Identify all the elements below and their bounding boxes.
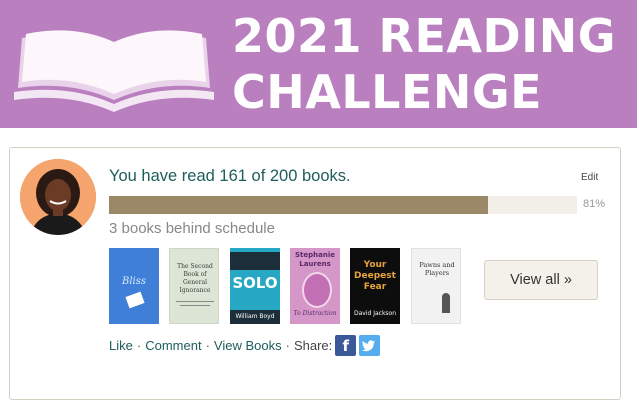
progress-fill <box>109 196 489 214</box>
book-cover-solo-author: William Boyd <box>230 310 280 324</box>
schedule-status: 3 books behind schedule <box>109 220 275 237</box>
book-cover-pawns-and-players[interactable]: Pawns and Players <box>411 248 461 324</box>
facebook-icon[interactable]: f <box>335 335 357 356</box>
book-cover-your-deepest-fear-title: Your Deepest Fear <box>354 260 396 292</box>
separator-dot: · <box>136 338 142 353</box>
book-cover-pawns-and-players-title: Pawns and Players <box>419 261 455 277</box>
book-cover-to-distraction-title: To Distraction <box>293 310 337 317</box>
challenge-card: You have read 161 of 200 books. Edit 81%… <box>9 147 621 400</box>
book-cover-to-distraction-author: Stephanie Laurens <box>295 251 335 268</box>
banner-title: 2021 READING CHALLENGE <box>232 8 632 120</box>
avatar[interactable] <box>20 159 96 235</box>
separator-dot: · <box>285 338 290 353</box>
open-book-icon <box>14 30 214 112</box>
book-cover-bliss[interactable]: Bliss <box>109 248 159 324</box>
book-cover-solo[interactable]: SOLO William Boyd <box>230 248 280 324</box>
twitter-icon[interactable] <box>359 335 381 356</box>
progress-bar <box>109 196 577 214</box>
book-cover-bliss-title: Bliss <box>121 276 146 287</box>
book-cover-general-ignorance-title: The Second Book of General Ignorance <box>177 263 213 294</box>
book-cover-your-deepest-fear-author: David Jackson <box>353 310 397 317</box>
edit-link[interactable]: Edit <box>581 172 598 183</box>
challenge-status: You have read 161 of 200 books. <box>109 167 351 185</box>
challenge-banner: 2021 READING CHALLENGE <box>0 0 637 128</box>
book-cover-your-deepest-fear[interactable]: Your Deepest Fear David Jackson <box>350 248 400 324</box>
book-cover-to-distraction[interactable]: Stephanie Laurens To Distraction <box>290 248 340 324</box>
book-cover-general-ignorance[interactable]: The Second Book of General Ignorance <box>169 248 219 324</box>
banner-title-line2: CHALLENGE <box>232 65 543 119</box>
comment-link[interactable]: Comment <box>145 338 201 353</box>
view-all-button[interactable]: View all » <box>484 260 598 300</box>
avatar-photo <box>20 159 96 235</box>
book-cover-solo-title: SOLO <box>232 274 278 292</box>
view-books-link[interactable]: View Books <box>214 338 282 353</box>
banner-title-line1: 2021 READING <box>232 9 617 63</box>
action-links: Like · Comment · View Books · Share: f <box>109 335 381 356</box>
progress-percent: 81% <box>583 198 606 210</box>
share-label: Share: <box>293 338 333 353</box>
like-link[interactable]: Like <box>109 338 133 353</box>
separator-dot: · <box>205 338 210 353</box>
